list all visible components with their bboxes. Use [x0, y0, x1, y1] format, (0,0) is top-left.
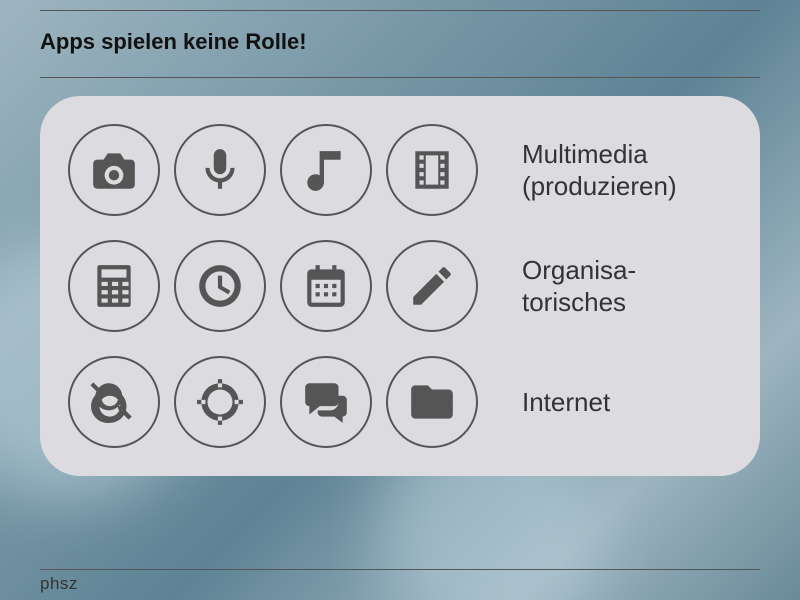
pencil-icon	[386, 240, 478, 332]
camera-icon	[68, 124, 160, 216]
folder-icon	[386, 356, 478, 448]
chat-icon	[280, 356, 372, 448]
row-multimedia-icons	[68, 124, 478, 216]
footer: phsz	[40, 569, 760, 594]
row-organisation-label: Organisa- torisches	[522, 254, 636, 319]
calendar-icon	[280, 240, 372, 332]
row-internet: Internet	[68, 356, 720, 448]
clock-icon	[174, 240, 266, 332]
divider-under-title	[40, 77, 760, 78]
music-note-icon	[280, 124, 372, 216]
row-organisation-icons	[68, 240, 478, 332]
divider-footer	[40, 569, 760, 570]
row-internet-icons	[68, 356, 478, 448]
calculator-icon	[68, 240, 160, 332]
target-icon	[174, 356, 266, 448]
film-icon	[386, 124, 478, 216]
slide-title: Apps spielen keine Rolle!	[40, 11, 760, 77]
footer-brand: phsz	[40, 574, 760, 594]
icon-panel: Multimedia (produzieren) Organisa- toris…	[40, 96, 760, 476]
row-internet-label: Internet	[522, 386, 610, 419]
microphone-icon	[174, 124, 266, 216]
row-organisation: Organisa- torisches	[68, 240, 720, 332]
row-multimedia: Multimedia (produzieren)	[68, 124, 720, 216]
row-multimedia-label: Multimedia (produzieren)	[522, 138, 677, 203]
search-icon	[68, 356, 160, 448]
